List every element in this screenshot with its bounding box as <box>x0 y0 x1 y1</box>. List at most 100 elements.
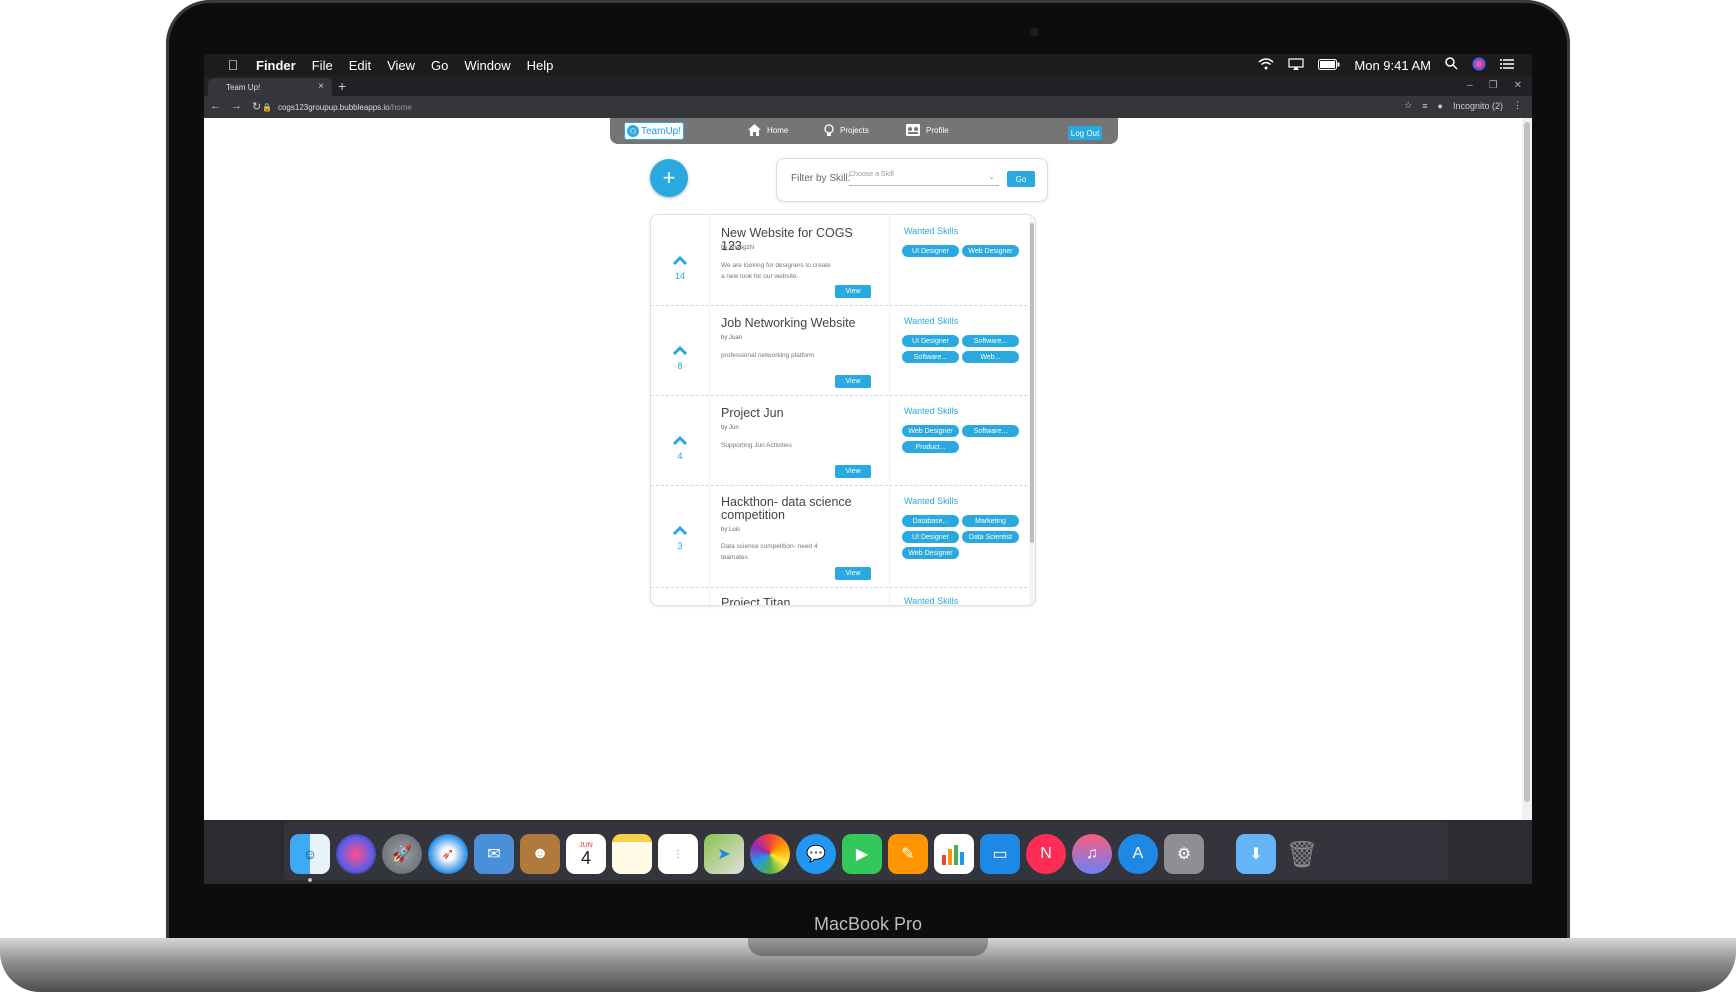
music-icon[interactable]: ♫ <box>1072 834 1112 874</box>
nav-profile[interactable]: Profile <box>906 124 949 136</box>
skill-chip[interactable]: UI Designer <box>902 531 959 543</box>
minimize-icon[interactable]: – <box>1467 80 1473 91</box>
skill-chip[interactable]: Product... <box>902 441 959 453</box>
facetime-icon[interactable]: ▶ <box>842 834 882 874</box>
reminders-icon[interactable]: ⋮ <box>658 834 698 874</box>
add-project-button[interactable]: + <box>650 159 688 197</box>
battery-icon[interactable] <box>1318 58 1340 73</box>
mail-icon[interactable]: ✉ <box>474 834 514 874</box>
view-button[interactable]: View <box>835 375 871 388</box>
menu-go[interactable]: Go <box>431 58 448 73</box>
close-tab-icon[interactable]: × <box>318 81 324 92</box>
reading-list-icon[interactable]: ≡ <box>1422 101 1427 111</box>
view-button[interactable]: View <box>835 567 871 580</box>
forward-icon[interactable]: → <box>231 100 242 113</box>
skill-select[interactable]: Choose a Skill ⌄ <box>849 171 999 186</box>
back-icon[interactable]: ← <box>210 100 221 113</box>
page-scrollbar-thumb[interactable] <box>1524 122 1530 802</box>
trash-icon[interactable]: 🗑 <box>1282 834 1322 874</box>
menu-help[interactable]: Help <box>527 58 554 73</box>
nav-projects-label: Projects <box>840 126 869 135</box>
nav-projects[interactable]: Projects <box>824 124 869 137</box>
address-bar-row: ← → ↻ 🔒 cogs123groupup.bubbleapps.io/hom… <box>204 96 1532 118</box>
close-window-icon[interactable]: ✕ <box>1514 80 1522 91</box>
vote-count: 4 <box>677 451 683 461</box>
incognito-label[interactable]: Incognito (2) <box>1453 101 1503 111</box>
skill-chip[interactable]: Software... <box>962 335 1019 347</box>
page-scrollbar[interactable] <box>1522 118 1532 823</box>
nav-home[interactable]: Home <box>748 124 788 136</box>
photos-icon[interactable] <box>750 834 790 874</box>
skill-chip[interactable]: Web Designer <box>902 547 959 559</box>
macos-dock: ☺ 🚀 ➶ ✉ ☻ JUN 4 ⋮ ➤ 💬 ▶ ✎ ▭ N ♫ A ⚙ ⬇ 🗑 <box>204 820 1532 884</box>
view-button[interactable]: View <box>835 465 871 478</box>
reload-icon[interactable]: ↻ <box>252 100 261 113</box>
clock[interactable]: Mon 9:41 AM <box>1354 58 1431 73</box>
skill-chip[interactable]: UI Designer <box>902 245 959 257</box>
upvote-icon[interactable] <box>673 255 687 265</box>
lightbulb-icon <box>824 124 834 136</box>
profile-card-icon <box>906 124 920 136</box>
menu-view[interactable]: View <box>387 58 415 73</box>
menu-file[interactable]: File <box>312 58 333 73</box>
incognito-icon[interactable]: ● <box>1438 101 1443 111</box>
skill-chip[interactable]: Software... <box>962 425 1019 437</box>
notification-center-icon[interactable] <box>1500 58 1514 73</box>
spotlight-search-icon[interactable] <box>1445 57 1458 73</box>
app-store-icon[interactable]: A <box>1118 834 1158 874</box>
logout-button[interactable]: Log Out <box>1068 126 1102 140</box>
browser-tab[interactable]: Team Up! × <box>208 78 332 96</box>
list-scrollbar-thumb[interactable] <box>1030 223 1034 543</box>
teamup-logo[interactable]: ⚇ TeamUp! <box>624 122 684 140</box>
apple-menu-icon[interactable]:  <box>218 57 248 73</box>
numbers-icon[interactable] <box>934 834 974 874</box>
menu-finder[interactable]: Finder <box>256 58 296 73</box>
skill-select-placeholder: Choose a Skill <box>849 171 894 178</box>
skill-chip[interactable]: Marketing <box>962 515 1019 527</box>
laptop-hinge-notch <box>748 938 988 956</box>
chevron-down-icon: ⌄ <box>988 172 995 181</box>
upvote-icon[interactable] <box>673 525 687 535</box>
restore-icon[interactable]: ❐ <box>1489 80 1498 91</box>
contacts-icon[interactable]: ☻ <box>520 834 560 874</box>
downloads-folder-icon[interactable]: ⬇ <box>1236 834 1276 874</box>
screen:  Finder File Edit View Go Window Help M… <box>204 54 1532 884</box>
siri-icon[interactable] <box>1472 57 1486 74</box>
nav-home-label: Home <box>767 125 789 135</box>
menu-window[interactable]: Window <box>464 58 510 73</box>
keynote-icon[interactable]: ▭ <box>980 834 1020 874</box>
siri-icon[interactable] <box>336 834 376 874</box>
macos-menu-bar:  Finder File Edit View Go Window Help M… <box>204 54 1532 76</box>
pages-icon[interactable]: ✎ <box>888 834 928 874</box>
launchpad-icon[interactable]: 🚀 <box>382 834 422 874</box>
system-preferences-icon[interactable]: ⚙ <box>1164 834 1204 874</box>
skill-chip[interactable]: Data Scientist <box>962 531 1019 543</box>
upvote-icon[interactable] <box>673 435 687 445</box>
wanted-skills-label: Wanted Skills <box>904 316 959 326</box>
maps-icon[interactable]: ➤ <box>704 834 744 874</box>
safari-icon[interactable]: ➶ <box>428 834 468 874</box>
url-field[interactable]: 🔒 cogs123groupup.bubbleapps.io/home <box>262 99 1512 115</box>
skill-chip[interactable]: UI Designer <box>902 335 959 347</box>
view-button[interactable]: View <box>835 285 871 298</box>
filter-go-button[interactable]: Go <box>1007 171 1035 187</box>
messages-icon[interactable]: 💬 <box>796 834 836 874</box>
airplay-icon[interactable] <box>1288 57 1304 73</box>
finder-icon[interactable]: ☺ <box>290 834 330 874</box>
calendar-icon[interactable]: JUN 4 <box>566 834 606 874</box>
skill-chip[interactable]: Web Designer <box>962 245 1019 257</box>
menu-edit[interactable]: Edit <box>349 58 371 73</box>
skill-chip[interactable]: Software... <box>902 351 959 363</box>
skill-chip[interactable]: Database... <box>902 515 959 527</box>
bookmark-star-icon[interactable]: ☆ <box>1404 100 1412 111</box>
browser-menu-icon[interactable]: ⋮ <box>1513 100 1522 111</box>
upvote-icon[interactable] <box>673 345 687 355</box>
app-navbar: ⚇ TeamUp! Home Projects Profile Log Out <box>610 118 1118 144</box>
list-scrollbar[interactable] <box>1029 215 1035 605</box>
notes-icon[interactable] <box>612 834 652 874</box>
news-icon[interactable]: N <box>1026 834 1066 874</box>
new-tab-icon[interactable]: + <box>338 78 346 94</box>
wifi-icon[interactable] <box>1258 57 1274 73</box>
skill-chip[interactable]: Web Designer <box>902 425 959 437</box>
skill-chip[interactable]: Web... <box>962 351 1019 363</box>
